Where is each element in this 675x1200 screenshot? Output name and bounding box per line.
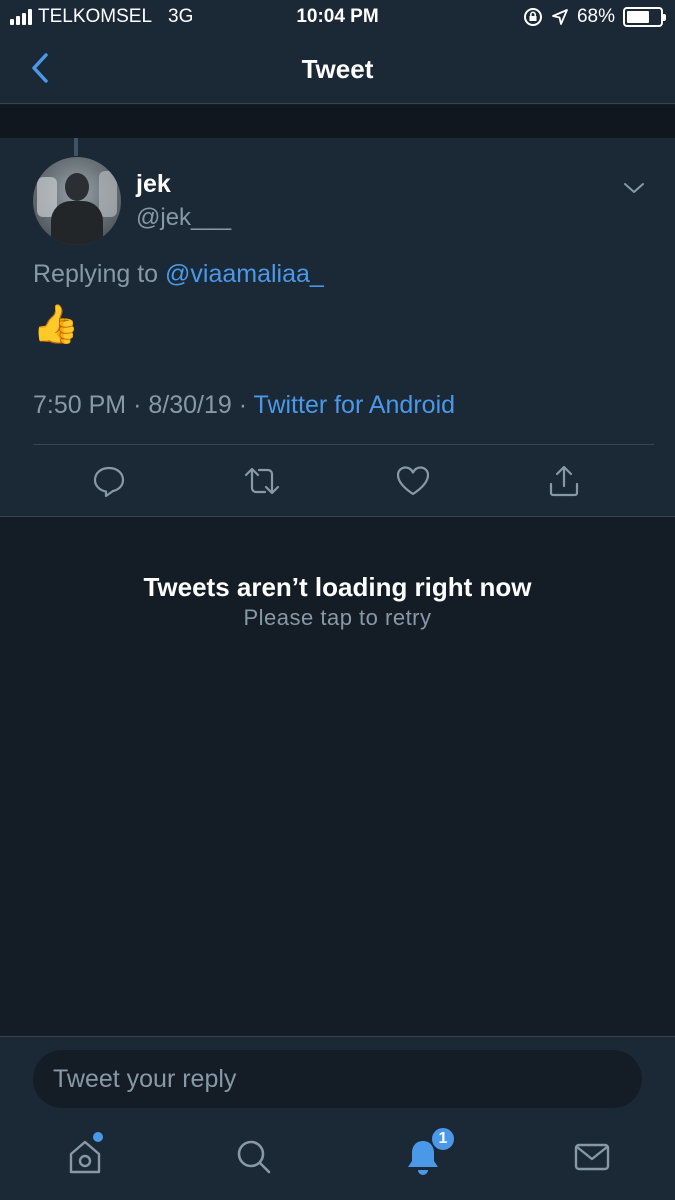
tweet-detail-screen: TELKOMSEL 3G 10:04 PM 68% Tweet jek @jek… xyxy=(0,0,675,1200)
like-button[interactable] xyxy=(393,461,433,501)
retry-link[interactable]: Please tap to retry xyxy=(0,605,675,631)
tab-notifications[interactable]: 1 xyxy=(398,1126,456,1182)
notification-badge: 1 xyxy=(430,1126,456,1152)
location-icon xyxy=(552,9,568,25)
home-icon xyxy=(69,1140,101,1174)
tab-home[interactable] xyxy=(60,1132,110,1182)
tweet-text: 👍 xyxy=(32,304,80,346)
error-title[interactable]: Tweets aren’t loading right now xyxy=(0,572,675,603)
tab-search[interactable] xyxy=(229,1132,279,1182)
replying-prefix: Replying to xyxy=(33,260,159,288)
tweet-meta: 7:50 PM · 8/30/19 · Twitter for Android xyxy=(33,391,455,420)
reply-button[interactable] xyxy=(89,461,129,501)
share-button[interactable] xyxy=(544,461,584,501)
meta-separator: · xyxy=(238,391,248,419)
replying-to-line: Replying to @viaamaliaa_ xyxy=(33,260,324,289)
home-new-dot xyxy=(93,1132,103,1142)
tweet-options-button[interactable] xyxy=(620,174,648,202)
page-title: Tweet xyxy=(301,54,374,84)
retweet-icon xyxy=(244,467,280,495)
thread-line xyxy=(74,138,78,156)
tweet-card[interactable]: jek @jek___ Replying to @viaamaliaa_ 👍 7… xyxy=(0,138,675,517)
battery-percent: 68% xyxy=(576,6,615,27)
status-bar: TELKOMSEL 3G 10:04 PM 68% xyxy=(0,0,675,34)
reply-icon xyxy=(93,466,125,498)
battery-fill xyxy=(627,11,649,23)
search-icon xyxy=(237,1140,271,1174)
messages-icon xyxy=(574,1143,610,1171)
status-right: 68% xyxy=(523,6,666,28)
reply-input[interactable] xyxy=(33,1050,642,1108)
meta-separator: · xyxy=(133,391,142,419)
chevron-down-icon xyxy=(624,183,644,193)
tweet-time: 7:50 PM xyxy=(33,391,127,419)
share-icon xyxy=(549,465,579,497)
tweet-date: 8/30/19 xyxy=(148,391,232,419)
author-name[interactable]: jek xyxy=(136,170,171,199)
avatar[interactable] xyxy=(33,157,121,245)
battery-icon xyxy=(623,7,666,27)
replying-mention-link[interactable]: @viaamaliaa_ xyxy=(165,260,324,288)
author-handle[interactable]: @jek___ xyxy=(136,204,231,232)
tab-messages[interactable] xyxy=(567,1132,617,1182)
section-gap xyxy=(0,105,675,138)
tweet-actions xyxy=(0,461,675,501)
divider xyxy=(33,444,654,445)
tweet-source-link[interactable]: Twitter for Android xyxy=(254,391,455,419)
like-icon xyxy=(396,466,430,496)
bottom-bar: 1 xyxy=(0,1036,675,1200)
tab-bar: 1 xyxy=(0,1126,675,1192)
retweet-button[interactable] xyxy=(242,461,282,501)
navigation-bar: Tweet xyxy=(0,34,675,104)
rotation-lock-icon xyxy=(523,8,542,26)
